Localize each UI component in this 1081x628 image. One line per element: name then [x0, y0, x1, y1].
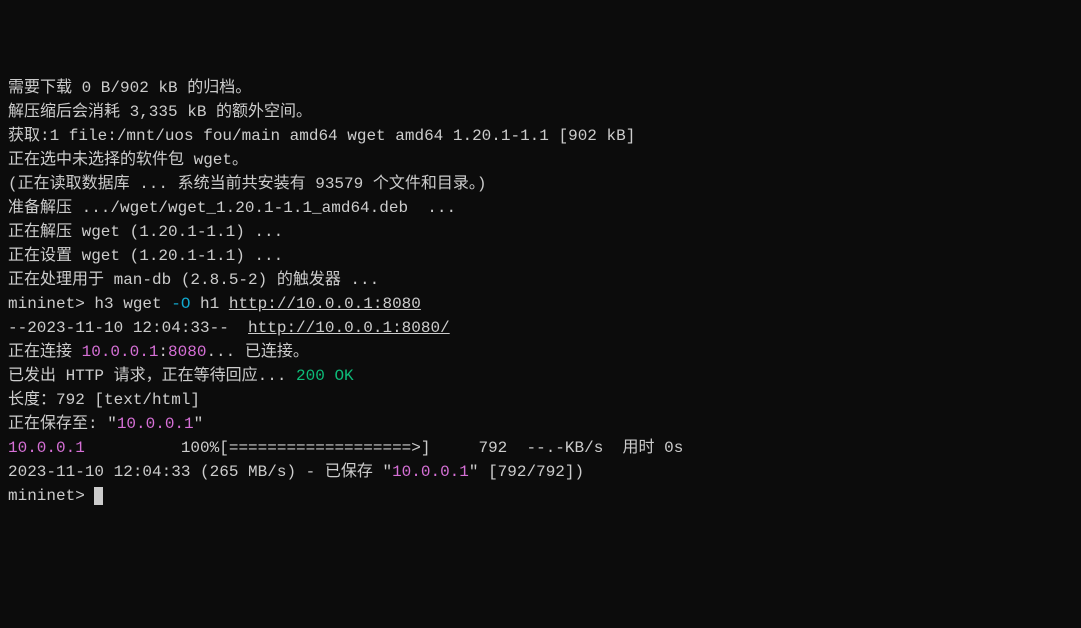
- output-line: 准备解压 .../wget/wget_1.20.1-1.1_amd64.deb …: [8, 196, 1073, 220]
- output-text: 已发出 HTTP 请求，正在等待回应...: [8, 367, 296, 385]
- output-line: 需要下载 0 B/902 kB 的归档。: [8, 76, 1073, 100]
- filename: 10.0.0.1: [117, 415, 194, 433]
- output-line: 已发出 HTTP 请求，正在等待回应... 200 OK: [8, 364, 1073, 388]
- filename: 10.0.0.1: [392, 463, 469, 481]
- output-line: 获取:1 file:/mnt/uos fou/main amd64 wget a…: [8, 124, 1073, 148]
- output-line: 正在设置 wget (1.20.1-1.1) ...: [8, 244, 1073, 268]
- terminal-output[interactable]: 需要下载 0 B/902 kB 的归档。解压缩后会消耗 3,335 kB 的额外…: [8, 76, 1073, 508]
- output-text: :: [158, 343, 168, 361]
- timestamp: --2023-11-10 12:04:33--: [8, 319, 248, 337]
- command-line: mininet> h3 wget -O h1 http://10.0.0.1:8…: [8, 292, 1073, 316]
- output-line: 正在选中未选择的软件包 wget。: [8, 148, 1073, 172]
- prompt: mininet>: [8, 487, 94, 505]
- command-flag: -O: [171, 295, 190, 313]
- output-text: 正在保存至: ": [8, 415, 117, 433]
- output-line: 正在解压 wget (1.20.1-1.1) ...: [8, 220, 1073, 244]
- port: 8080: [168, 343, 206, 361]
- cursor-icon: [94, 487, 103, 505]
- output-line: 正在处理用于 man-db (2.8.5-2) 的触发器 ...: [8, 268, 1073, 292]
- output-text: ": [194, 415, 204, 433]
- output-line: 解压缩后会消耗 3,335 kB 的额外空间。: [8, 100, 1073, 124]
- command-text: h3 wget: [94, 295, 171, 313]
- output-text: " [792/792]): [469, 463, 584, 481]
- command-text: h1: [190, 295, 228, 313]
- prompt-line[interactable]: mininet>: [8, 484, 1073, 508]
- ip-address: 10.0.0.1: [82, 343, 159, 361]
- filename: 10.0.0.1: [8, 439, 85, 457]
- status-ok: 200 OK: [296, 367, 354, 385]
- output-line: 正在保存至: "10.0.0.1": [8, 412, 1073, 436]
- url-link[interactable]: http://10.0.0.1:8080/: [248, 319, 450, 337]
- prompt: mininet>: [8, 295, 94, 313]
- output-text: ... 已连接。: [206, 343, 308, 361]
- progress-line: 10.0.0.1 100%[===================>] 792 …: [8, 436, 1073, 460]
- progress-bar: 100%[===================>] 792 --.-KB/s …: [85, 439, 684, 457]
- output-line: 2023-11-10 12:04:33 (265 MB/s) - 已保存 "10…: [8, 460, 1073, 484]
- output-line: --2023-11-10 12:04:33-- http://10.0.0.1:…: [8, 316, 1073, 340]
- output-text: 正在连接: [8, 343, 82, 361]
- url-link[interactable]: http://10.0.0.1:8080: [229, 295, 421, 313]
- output-line: 正在连接 10.0.0.1:8080... 已连接。: [8, 340, 1073, 364]
- output-text: 2023-11-10 12:04:33 (265 MB/s) - 已保存 ": [8, 463, 392, 481]
- output-line: 长度：792 [text/html]: [8, 388, 1073, 412]
- output-line: (正在读取数据库 ... 系统当前共安装有 93579 个文件和目录。): [8, 172, 1073, 196]
